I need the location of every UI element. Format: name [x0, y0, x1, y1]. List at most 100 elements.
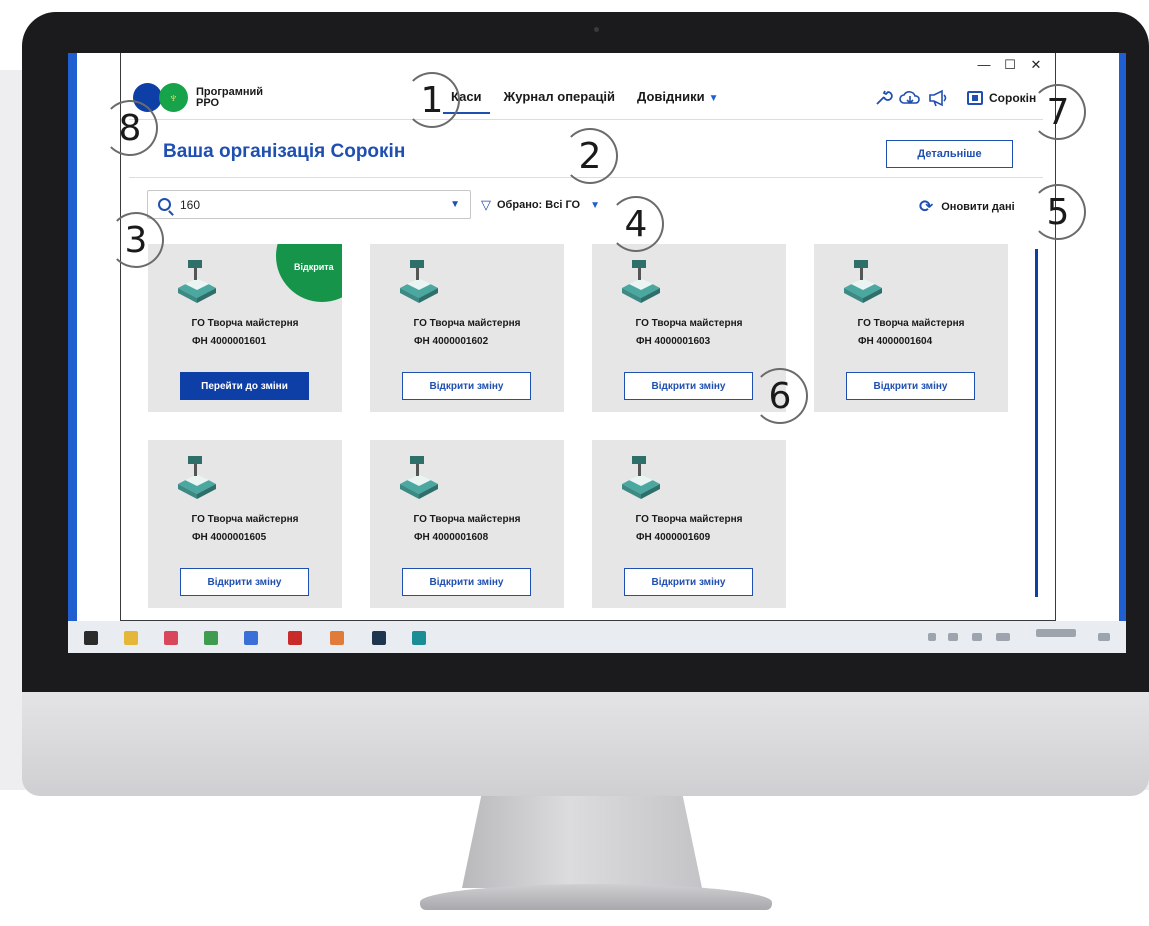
open-shift-button[interactable]: Відкрити зміну [846, 372, 975, 400]
folder-icon[interactable] [124, 631, 138, 645]
step-marker-1: 1 [404, 72, 460, 128]
open-shift-button[interactable]: Відкрити зміну [624, 372, 753, 400]
card-fiscal-number: ФН 4000001605 [192, 532, 267, 543]
step-marker-2: 2 [562, 128, 618, 184]
scrollbar[interactable] [1035, 249, 1038, 597]
app-icon[interactable] [244, 631, 258, 645]
chevron-down-icon: ▼ [590, 199, 600, 211]
desktop-edge-left [68, 53, 77, 621]
filter-dropdown[interactable]: ▽ Обрано: Всі ГО ▼ [481, 197, 600, 213]
card-org-name: ГО Творча майстерня [413, 318, 521, 329]
megaphone-icon[interactable] [927, 89, 949, 107]
window-controls: — ☐ ✕ [977, 57, 1043, 73]
step-marker-4: 4 [608, 196, 664, 252]
card-fiscal-number: ФН 4000001601 [192, 336, 267, 347]
details-button[interactable]: Детальніше [886, 140, 1013, 168]
tab-label: Довідники [637, 89, 705, 104]
app-icon[interactable] [204, 631, 218, 645]
logo-line-2: РРО [196, 96, 220, 109]
tab-operations-log[interactable]: Журнал операцій [504, 89, 616, 114]
logo-line-1: Програмний [196, 85, 264, 98]
chevron-down-icon[interactable]: ▼ [450, 199, 460, 210]
tray-icon[interactable] [972, 633, 982, 641]
card-fiscal-number: ФН 4000001608 [414, 532, 489, 543]
open-shift-button[interactable]: Відкрити зміну [180, 568, 309, 596]
clock[interactable] [1036, 629, 1076, 637]
cash-register-icon [844, 260, 882, 303]
status-badge: Відкрита [276, 244, 342, 302]
maximize-button[interactable]: ☐ [1003, 57, 1017, 73]
user-menu[interactable]: Сорокін [967, 91, 1036, 105]
cash-register-icon [400, 260, 438, 303]
card-fiscal-number: ФН 4000001609 [636, 532, 711, 543]
camera-dot [594, 27, 599, 32]
card-org-name: ГО Творча майстерня [857, 318, 965, 329]
logo-text: Програмний РРО [196, 85, 264, 109]
card-fiscal-number: ФН 4000001604 [858, 336, 933, 347]
monitor-stand [462, 796, 702, 888]
app-icon[interactable] [288, 631, 302, 645]
step-marker-6: 6 [752, 368, 808, 424]
register-card: ГО Творча майстерня ФН 4000001602 Відкри… [370, 244, 564, 412]
register-card: Відкрита ГО Творча майстерня ФН 40000016… [148, 244, 342, 412]
filter-label: Обрано: Всі ГО [497, 199, 581, 211]
cash-register-icon [178, 260, 216, 303]
refresh-button[interactable]: ⟳ Оновити дані [919, 197, 1015, 217]
card-org-name: ГО Творча майстерня [635, 514, 743, 525]
app-icon[interactable] [412, 631, 426, 645]
tab-label: Журнал операцій [503, 89, 616, 104]
register-card: ГО Творча майстерня ФН 4000001608 Відкри… [370, 440, 564, 608]
taskbar [68, 621, 1126, 653]
close-button[interactable]: ✕ [1029, 57, 1043, 73]
step-marker-7: 7 [1030, 84, 1086, 140]
cloud-sync-icon[interactable] [899, 89, 921, 107]
refresh-icon: ⟳ [919, 197, 934, 216]
step-marker-3: 3 [108, 212, 164, 268]
card-fiscal-number: ФН 4000001603 [636, 336, 711, 347]
start-icon[interactable] [84, 631, 98, 645]
go-to-shift-button[interactable]: Перейти до зміни [180, 372, 309, 400]
cash-register-icon [400, 456, 438, 499]
step-marker-8: 8 [102, 100, 158, 156]
user-name: Сорокін [989, 91, 1037, 105]
card-org-name: ГО Творча майстерня [191, 318, 299, 329]
refresh-label: Оновити дані [941, 201, 1015, 213]
register-card: ГО Творча майстерня ФН 4000001609 Відкри… [592, 440, 786, 608]
step-marker-5: 5 [1030, 184, 1086, 240]
card-org-name: ГО Творча майстерня [635, 318, 743, 329]
open-shift-button[interactable]: Відкрити зміну [402, 372, 531, 400]
app-logo[interactable]: ♆ Програмний РРО [133, 83, 263, 112]
search-input[interactable]: 160 ▼ [147, 190, 471, 219]
trident-icon: ♆ [159, 83, 188, 112]
filter-icon: ▽ [481, 197, 491, 212]
app-icon[interactable] [372, 631, 386, 645]
browser-icon[interactable] [164, 631, 178, 645]
open-shift-button[interactable]: Відкрити зміну [402, 568, 531, 596]
card-org-name: ГО Творча майстерня [191, 514, 299, 525]
search-icon [158, 198, 171, 211]
cash-register-icon [622, 456, 660, 499]
desktop-edge-right [1119, 53, 1126, 621]
card-fiscal-number: ФН 4000001602 [414, 336, 489, 347]
wrench-icon[interactable] [873, 89, 893, 107]
monitor-chin [22, 692, 1149, 796]
register-card: ГО Творча майстерня ФН 4000001604 Відкри… [814, 244, 1008, 412]
cash-register-icon [622, 260, 660, 303]
minimize-button[interactable]: — [977, 57, 991, 73]
tray-icon[interactable] [948, 633, 958, 641]
open-shift-button[interactable]: Відкрити зміну [624, 568, 753, 596]
tab-references[interactable]: Довідники ▼ [637, 89, 718, 114]
search-value: 160 [180, 197, 201, 212]
card-org-name: ГО Творча майстерня [413, 514, 521, 525]
tray-icon[interactable] [996, 633, 1010, 641]
page-title: Ваша організація Сорокін [163, 141, 406, 162]
tray-icon[interactable] [928, 633, 936, 641]
app-icon[interactable] [330, 631, 344, 645]
register-card: ГО Творча майстерня ФН 4000001605 Відкри… [148, 440, 342, 608]
cash-register-icon [178, 456, 216, 499]
notification-icon[interactable] [1098, 633, 1110, 641]
status-badge-label: Відкрита [294, 262, 334, 272]
toolbar-icons [873, 89, 949, 107]
main-nav: Каси Журнал операцій Довідники ▼ [443, 89, 719, 114]
chevron-down-icon: ▼ [708, 93, 719, 104]
